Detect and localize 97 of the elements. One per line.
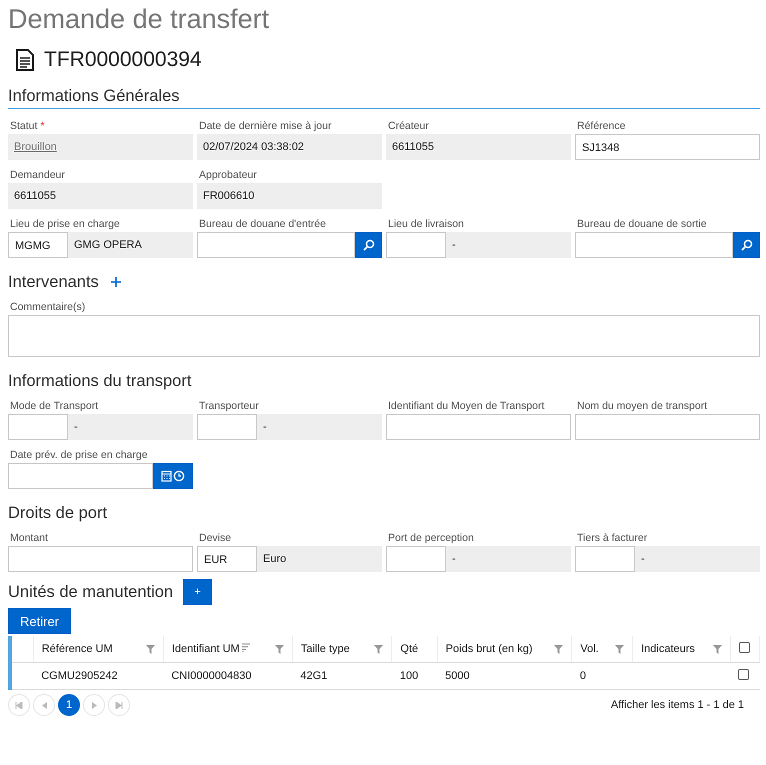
field-label: Devise bbox=[199, 531, 232, 546]
column-header[interactable]: Indicateurs bbox=[632, 636, 730, 662]
field-label: Date de dernière mise à jour bbox=[199, 119, 332, 134]
field-label: Lieu de livraison bbox=[388, 217, 464, 232]
search-icon bbox=[740, 239, 752, 251]
field-label: Bureau de douane d'entrée bbox=[199, 217, 326, 232]
table-cell: 0 bbox=[572, 662, 633, 690]
table-cell: CGMU2905242 bbox=[33, 662, 164, 690]
date-field[interactable] bbox=[8, 463, 153, 489]
checkbox[interactable] bbox=[738, 642, 750, 653]
remove-button[interactable]: Retirer bbox=[8, 608, 72, 634]
document-number: TFR0000000394 bbox=[44, 48, 202, 72]
readonly-field: 6611055 bbox=[8, 183, 193, 209]
input-field[interactable] bbox=[386, 414, 571, 440]
input-field[interactable] bbox=[197, 232, 355, 258]
section-title: Informations du transport bbox=[8, 372, 192, 390]
checkbox[interactable] bbox=[738, 669, 750, 680]
section-title: Intervenants bbox=[8, 272, 99, 292]
date-picker-button[interactable] bbox=[153, 463, 193, 489]
required-mark: * bbox=[40, 119, 45, 134]
column-header[interactable]: Poids brut (en kg) bbox=[437, 636, 572, 662]
previous-page-button[interactable] bbox=[33, 694, 55, 716]
section-title: Droits de port bbox=[8, 504, 108, 522]
next-icon bbox=[92, 702, 96, 708]
input-field[interactable] bbox=[575, 232, 733, 258]
column-header[interactable]: Identifiant UM bbox=[163, 636, 292, 662]
code-field[interactable] bbox=[575, 546, 635, 572]
status-link[interactable]: Brouillon bbox=[14, 141, 57, 153]
filter-icon[interactable] bbox=[274, 644, 284, 654]
table-cell: CNI0000004830 bbox=[163, 662, 292, 690]
column-header[interactable]: Référence UM bbox=[33, 636, 164, 662]
field-label: Statut bbox=[10, 119, 38, 134]
field-label: Mode de Transport bbox=[10, 399, 98, 414]
readonly-field: 02/07/2024 03:38:02 bbox=[197, 134, 382, 160]
table-cell: 100 bbox=[392, 662, 438, 690]
page-button[interactable]: 1 bbox=[58, 694, 80, 716]
field-label: Approbateur bbox=[199, 168, 257, 183]
filter-icon[interactable] bbox=[554, 644, 564, 654]
description-field: GMG OPERA bbox=[68, 232, 193, 258]
description-field: Euro bbox=[257, 546, 382, 572]
field-label: Montant bbox=[10, 531, 48, 546]
description-field: - bbox=[446, 232, 571, 258]
pager-summary: Afficher les items 1 - 1 de 1 bbox=[610, 699, 744, 711]
first-page-button[interactable] bbox=[8, 694, 30, 716]
previous-icon bbox=[42, 702, 46, 708]
calendar-clock-icon bbox=[161, 470, 185, 482]
section-title: Unités de manutention bbox=[8, 582, 174, 602]
next-page-button[interactable] bbox=[83, 694, 105, 716]
search-button[interactable] bbox=[355, 232, 382, 258]
field-label: Port de perception bbox=[388, 531, 474, 546]
field-label: Identifiant du Moyen de Transport bbox=[388, 399, 544, 414]
code-field[interactable] bbox=[386, 546, 446, 572]
field-label: Tiers à facturer bbox=[577, 531, 648, 546]
column-header[interactable]: Taille type bbox=[292, 636, 392, 662]
section-title: Informations Générales bbox=[8, 86, 180, 106]
input-field[interactable] bbox=[575, 414, 760, 440]
field-label: Référence bbox=[577, 119, 626, 134]
add-icon[interactable] bbox=[110, 277, 121, 287]
field-label: Demandeur bbox=[10, 168, 65, 183]
code-field[interactable]: MGMG bbox=[8, 232, 68, 258]
code-field[interactable]: EUR bbox=[197, 546, 257, 572]
table-cell: 42G1 bbox=[292, 662, 392, 690]
table-cell: 5000 bbox=[437, 662, 572, 690]
last-page-button[interactable] bbox=[108, 694, 130, 716]
page-title: Demande de transfert bbox=[8, 3, 270, 36]
input-field[interactable] bbox=[8, 546, 193, 572]
sort-icon[interactable] bbox=[242, 643, 250, 652]
code-field[interactable] bbox=[197, 414, 257, 440]
field-label: Bureau de douane de sortie bbox=[577, 217, 707, 232]
filter-icon[interactable] bbox=[374, 644, 384, 654]
description-field: - bbox=[635, 546, 760, 572]
code-field[interactable] bbox=[8, 414, 68, 440]
first-page-icon bbox=[15, 702, 23, 708]
readonly-field: FR006610 bbox=[197, 183, 382, 209]
field-label: Date prév. de prise en charge bbox=[10, 448, 148, 463]
field-label: Commentaire(s) bbox=[10, 300, 86, 315]
code-field[interactable] bbox=[386, 232, 446, 258]
last-page-icon bbox=[115, 702, 123, 708]
field-label: Nom du moyen de transport bbox=[577, 399, 708, 414]
column-header[interactable]: Vol. bbox=[572, 636, 633, 662]
filter-icon[interactable] bbox=[712, 644, 722, 654]
document-icon bbox=[16, 49, 34, 71]
description-field: - bbox=[446, 546, 571, 572]
column-header[interactable]: Qté bbox=[392, 636, 438, 662]
description-field: - bbox=[257, 414, 382, 440]
field-label: Lieu de prise en charge bbox=[10, 217, 120, 232]
filter-icon[interactable] bbox=[146, 644, 155, 654]
comment-field[interactable] bbox=[8, 315, 760, 357]
add-button[interactable]: + bbox=[183, 579, 212, 605]
search-button[interactable] bbox=[733, 232, 760, 258]
search-icon bbox=[362, 239, 374, 251]
description-field: - bbox=[68, 414, 193, 440]
field-label: Transporteur bbox=[199, 399, 259, 414]
field-label: Créateur bbox=[388, 119, 429, 134]
input-field[interactable]: SJ1348 bbox=[575, 134, 760, 160]
filter-icon[interactable] bbox=[615, 644, 624, 654]
readonly-field: 6611055 bbox=[386, 134, 571, 160]
